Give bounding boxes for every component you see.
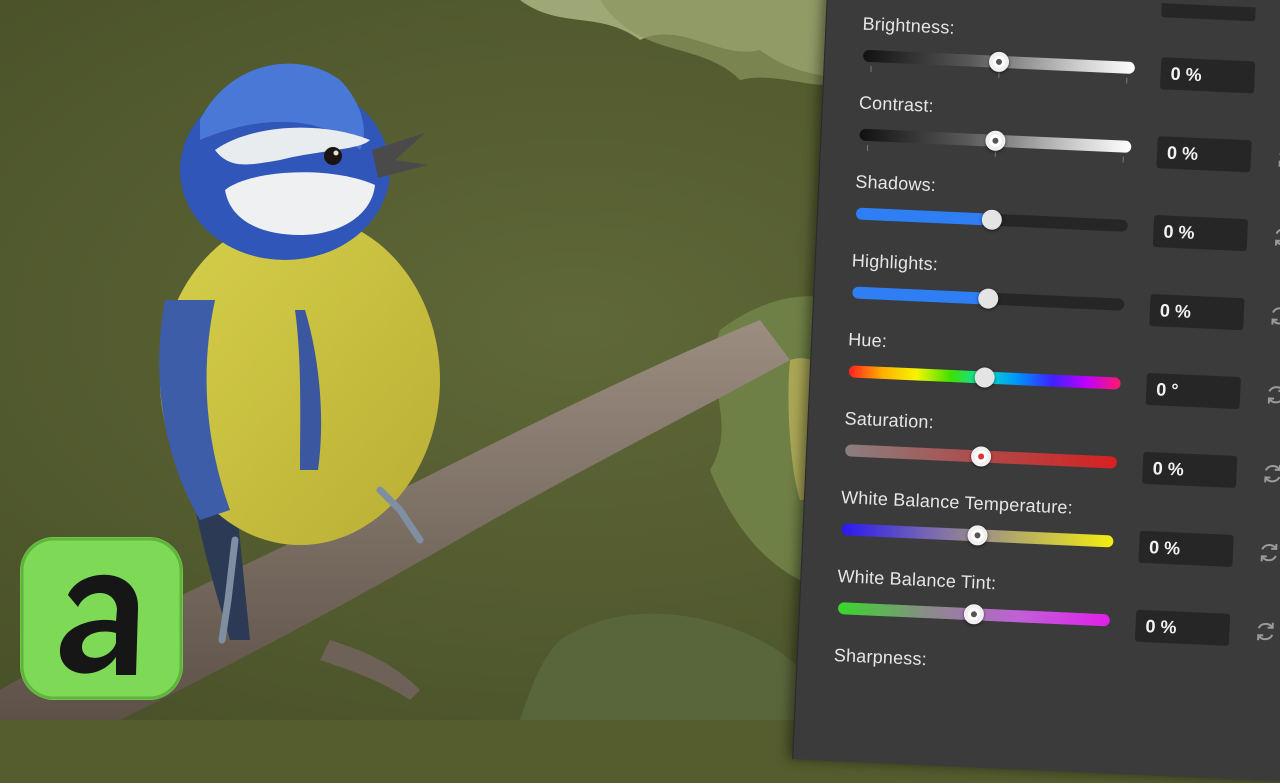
saturation-reset-icon[interactable] (1260, 461, 1280, 486)
saturation-slider-track[interactable] (844, 444, 1118, 469)
brightness-tick-mark (998, 71, 1000, 78)
shadows-slider-track[interactable] (855, 207, 1128, 232)
adjustment-label-sharpness: Sharpness: (833, 644, 928, 670)
adjustments-panel: Brightness: 0 % Contrast: 0 % Shadows: 0 % Hig… (792, 0, 1280, 783)
contrast-slider-thumb[interactable] (984, 130, 1006, 152)
contrast-tick-mark (994, 150, 996, 157)
white-balance-tint-slider-thumb[interactable] (963, 603, 985, 625)
brightness-tick-mark (1125, 77, 1128, 84)
adjustment-label-saturation: Saturation: (844, 408, 935, 433)
brightness-value-field[interactable]: 0 % (1159, 57, 1256, 94)
white-balance-tint-reset-icon[interactable] (1253, 619, 1278, 644)
highlights-value-field[interactable]: 0 % (1149, 293, 1245, 331)
white-balance-tint-value-field[interactable]: 0 % (1134, 609, 1231, 646)
saturation-slider-thumb[interactable] (970, 446, 992, 467)
adjustment-label-hue: Hue: (847, 329, 888, 352)
adjustment-label-brightness: Brightness: (862, 13, 956, 38)
highlights-slider-fill (852, 286, 989, 305)
adjustment-label-contrast: Contrast: (858, 92, 935, 116)
app-logo-icon (20, 537, 183, 700)
white-balance-temperature-value-field[interactable]: 0 % (1138, 530, 1234, 567)
contrast-value-field[interactable]: 0 % (1156, 136, 1252, 173)
white-balance-temperature-reset-icon[interactable] (1256, 540, 1280, 565)
highlights-slider-track[interactable] (852, 286, 1125, 311)
hue-slider-track[interactable] (848, 365, 1121, 390)
contrast-slider-track[interactable] (859, 128, 1132, 163)
adjustments-panel-wrapper: Brightness: 0 % Contrast: 0 % Shadows: 0 % Hig… (792, 0, 1280, 783)
highlights-slider-thumb[interactable] (977, 288, 999, 310)
shadows-reset-icon[interactable] (1271, 224, 1280, 249)
adjustment-label-shadows: Shadows: (854, 171, 937, 196)
white-balance-temperature-slider-track[interactable] (841, 523, 1114, 548)
white-balance-tint-slider-track[interactable] (837, 602, 1111, 627)
brightness-tick-mark (870, 66, 872, 73)
brightness-slider-track[interactable] (862, 49, 1136, 84)
shadows-slider-fill (855, 207, 993, 226)
contrast-tick-mark (1122, 156, 1124, 163)
saturation-value-field[interactable]: 0 % (1142, 451, 1238, 489)
adjustment-label-highlights: Highlights: (851, 250, 939, 275)
bird-eye (324, 147, 342, 165)
brightness-slider-thumb[interactable] (988, 51, 1010, 73)
contrast-reset-icon[interactable] (1274, 145, 1280, 170)
highlights-reset-icon[interactable] (1267, 303, 1280, 328)
shadows-value-field[interactable]: 0 % (1152, 215, 1249, 252)
hue-slider-thumb[interactable] (974, 367, 996, 388)
hue-reset-icon[interactable] (1264, 382, 1280, 407)
contrast-tick-mark (866, 144, 869, 152)
white-balance-temperature-slider-thumb[interactable] (967, 524, 988, 546)
hue-value-field[interactable]: 0 ° (1145, 372, 1241, 410)
previous-value-field[interactable] (1161, 3, 1256, 22)
shadows-slider-thumb[interactable] (981, 209, 1003, 231)
